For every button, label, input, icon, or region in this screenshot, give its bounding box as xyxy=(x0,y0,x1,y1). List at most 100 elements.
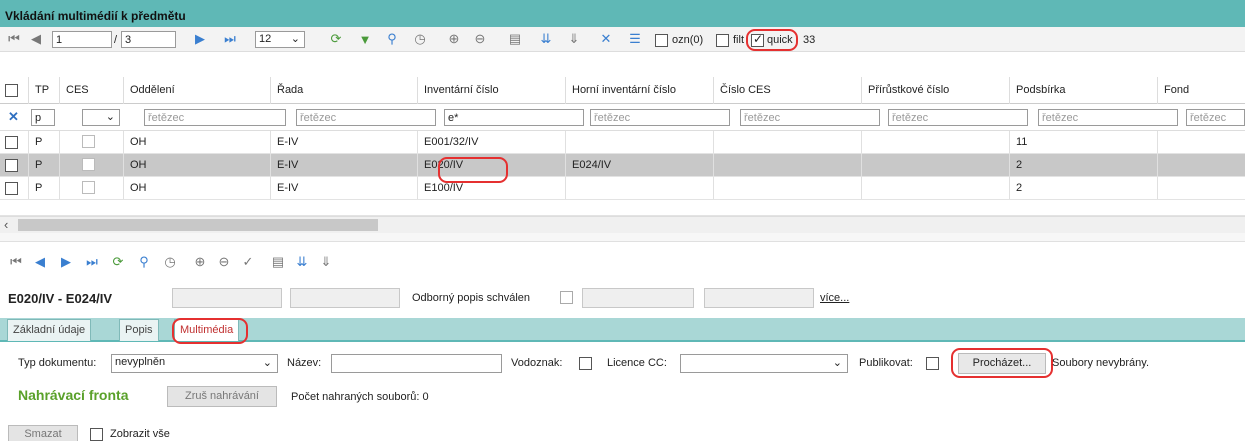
table-row-partial xyxy=(0,200,1245,216)
confirm-icon[interactable]: ✓ xyxy=(238,252,258,272)
cancel-upload-button[interactable]: Zruš nahrávání xyxy=(167,386,277,407)
prev-page-icon[interactable]: ◀ xyxy=(26,29,46,49)
select-all-checkbox[interactable] xyxy=(5,84,18,97)
prev-record-icon[interactable]: ◀ xyxy=(30,252,50,272)
vodoznak-checkbox[interactable] xyxy=(579,357,592,370)
remove-detail-icon[interactable]: ⊖ xyxy=(214,252,234,272)
col-horni-inventarni-cislo[interactable]: Horní inventární číslo xyxy=(565,77,713,104)
filter-fond[interactable] xyxy=(1186,109,1245,126)
table-row[interactable]: P OH E-IV E001/32/IV 11 xyxy=(0,131,1245,154)
cell-rada: E-IV xyxy=(270,177,417,199)
cell-tp: P xyxy=(28,154,59,176)
cell-fond xyxy=(1157,154,1245,176)
filt-label: filt xyxy=(733,34,744,46)
col-fond[interactable]: Fond xyxy=(1157,77,1245,104)
col-podsbirka[interactable]: Podsbírka xyxy=(1009,77,1157,104)
record-field-4 xyxy=(704,288,814,308)
cell-podsbirka: 2 xyxy=(1009,177,1157,199)
tools-icon[interactable]: ✕ xyxy=(596,29,616,49)
col-oddeleni[interactable]: Oddělení xyxy=(123,77,270,104)
nazev-input[interactable] xyxy=(331,354,502,373)
ces-checkbox[interactable] xyxy=(82,181,95,194)
sort-detail-icon[interactable]: ⇊ xyxy=(292,252,312,272)
first-page-icon[interactable]: ⏮ xyxy=(4,29,24,49)
delete-button[interactable]: Smazat xyxy=(8,425,78,441)
filter-tp[interactable] xyxy=(31,109,55,126)
search-icon[interactable]: ⚲ xyxy=(382,29,402,49)
print-detail-icon[interactable]: ▤ xyxy=(268,252,288,272)
filt-checkbox[interactable] xyxy=(716,34,729,47)
scrollbar-thumb[interactable] xyxy=(18,219,378,231)
record-field-2 xyxy=(290,288,400,308)
clear-filter-icon[interactable]: ✕ xyxy=(8,109,19,125)
vice-link[interactable]: více... xyxy=(820,292,849,304)
quick-highlight xyxy=(746,29,798,51)
refresh-detail-icon[interactable]: ⟳ xyxy=(108,252,128,272)
scroll-left-icon[interactable]: ‹ xyxy=(4,217,8,232)
table-row[interactable]: P OH E-IV E100/IV 2 xyxy=(0,177,1245,200)
odborny-popis-checkbox[interactable] xyxy=(560,291,573,304)
cell-tp: P xyxy=(28,177,59,199)
row-checkbox[interactable] xyxy=(5,159,18,172)
total-pages-field xyxy=(121,31,176,48)
first-record-icon[interactable]: ⏮ xyxy=(6,252,26,272)
cell-fond xyxy=(1157,177,1245,199)
cell-fond xyxy=(1157,131,1245,153)
search-detail-icon[interactable]: ⚲ xyxy=(134,252,154,272)
col-inventarni-cislo[interactable]: Inventární číslo xyxy=(417,77,565,104)
filter-podsbirka[interactable] xyxy=(1038,109,1178,126)
print-icon[interactable]: ▤ xyxy=(505,29,525,49)
col-tp[interactable]: TP xyxy=(28,77,59,104)
typ-dokumentu-label: Typ dokumentu: xyxy=(18,357,97,369)
filter-icon[interactable]: ▼ xyxy=(355,29,375,49)
filter-prirustkove[interactable] xyxy=(888,109,1028,126)
next-record-icon[interactable]: ▶ xyxy=(56,252,76,272)
filter-inventarni-cislo[interactable] xyxy=(444,109,584,126)
sort-alt-icon[interactable]: ⇓ xyxy=(564,29,584,49)
publikovat-checkbox[interactable] xyxy=(926,357,939,370)
col-rada[interactable]: Řada xyxy=(270,77,417,104)
tab-popis[interactable]: Popis xyxy=(119,319,159,341)
filter-oddeleni[interactable] xyxy=(144,109,286,126)
typ-dokumentu-select[interactable]: nevyplněn ⌄ xyxy=(111,354,278,373)
filter-cislo-ces[interactable] xyxy=(740,109,880,126)
columns-icon[interactable]: ☰ xyxy=(625,29,645,49)
add-detail-icon[interactable]: ⊕ xyxy=(190,252,210,272)
history-icon[interactable]: ◷ xyxy=(410,29,430,49)
last-record-icon[interactable]: ⏭ xyxy=(82,252,102,272)
ozn-checkbox[interactable] xyxy=(655,34,668,47)
tab-zakladni-udaje[interactable]: Základní údaje xyxy=(7,319,92,341)
history-detail-icon[interactable]: ◷ xyxy=(160,252,180,272)
cell-ces xyxy=(59,177,123,199)
cell-horni xyxy=(565,177,713,199)
ces-checkbox[interactable] xyxy=(82,158,95,171)
cell-horni: E024/IV xyxy=(565,154,713,176)
page-size-select[interactable]: 12 ⌄ xyxy=(255,31,305,48)
row-checkbox[interactable] xyxy=(5,182,18,195)
cell-prirustkove xyxy=(861,131,1009,153)
col-prirustkove-cislo[interactable]: Přírůstkové číslo xyxy=(861,77,1009,104)
splitter[interactable] xyxy=(0,233,1245,242)
multimedia-highlight xyxy=(172,318,248,344)
col-cislo-ces[interactable]: Číslo CES xyxy=(713,77,861,104)
last-page-icon[interactable]: ⏭ xyxy=(220,29,240,49)
filter-rada[interactable] xyxy=(296,109,436,126)
sort-alt-detail-icon[interactable]: ⇓ xyxy=(316,252,336,272)
refresh-icon[interactable]: ⟳ xyxy=(326,29,346,49)
page-input[interactable] xyxy=(52,31,112,48)
licence-cc-select[interactable]: ⌄ xyxy=(680,354,848,373)
remove-icon[interactable]: ⊖ xyxy=(470,29,490,49)
nazev-label: Název: xyxy=(287,357,322,369)
cell-horni xyxy=(565,131,713,153)
filter-horni[interactable] xyxy=(590,109,730,126)
filter-ces-select[interactable]: ⌄ xyxy=(82,109,120,126)
table-row-selected[interactable]: P OH E-IV E020/IV E024/IV 2 xyxy=(0,154,1245,177)
col-ces[interactable]: CES xyxy=(59,77,123,104)
sort-icon[interactable]: ⇊ xyxy=(536,29,556,49)
show-all-checkbox[interactable] xyxy=(90,428,103,441)
horizontal-scrollbar[interactable]: ‹ xyxy=(0,216,1245,233)
row-checkbox[interactable] xyxy=(5,136,18,149)
add-icon[interactable]: ⊕ xyxy=(444,29,464,49)
ces-checkbox[interactable] xyxy=(82,135,95,148)
next-page-icon[interactable]: ▶ xyxy=(190,29,210,49)
